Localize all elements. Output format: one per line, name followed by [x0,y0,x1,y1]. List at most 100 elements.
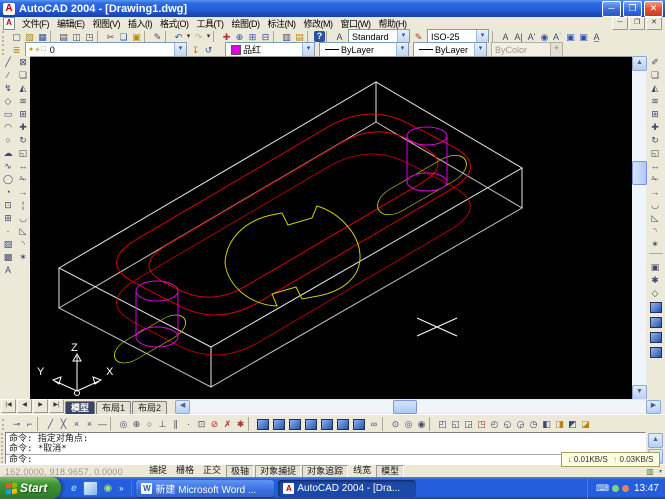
clean-solid-icon[interactable]: ◪ [579,417,592,431]
menu-file[interactable]: 文件(F) [18,19,53,29]
snap-nearest-icon[interactable]: · [182,417,195,431]
union-icon[interactable]: ◰ [436,417,449,431]
explode-icon[interactable]: ✶ [16,251,30,264]
menu-draw[interactable]: 绘图(D) [228,19,264,29]
circle-icon[interactable]: ○ [1,134,15,147]
lineweight-combo[interactable]: ByLayer ▾ [413,42,487,57]
hatch-icon[interactable]: ▨ [1,238,15,251]
menu-tools[interactable]: 工具(T) [193,19,228,29]
menu-edit[interactable]: 编辑(E) [53,19,89,29]
undo-icon[interactable]: ↶ [172,31,185,43]
snap-none-icon[interactable]: ⊘ [208,417,221,431]
drawing-canvas[interactable]: Z Y X [30,56,632,400]
region-icon[interactable]: ▩ [1,251,15,264]
spline-icon[interactable]: ∿ [1,160,15,173]
toolbar-separator[interactable] [649,253,663,259]
layer-lock-icon[interactable]: □ [42,46,46,53]
extend-icon[interactable]: → [16,186,30,199]
scroll-right-icon[interactable]: ▶ [646,400,661,414]
menu-view[interactable]: 视图(V) [89,19,125,29]
publish-icon[interactable]: ◳ [83,31,96,43]
menu-insert[interactable]: 插入(I) [124,19,156,29]
text-box-icon[interactable]: ▣ [648,261,662,274]
snap-perpendicular-icon[interactable]: ⊥ [156,417,169,431]
intersect-icon[interactable]: ◲ [462,417,475,431]
layer-properties-icon[interactable]: ≣ [10,44,23,56]
mtext-draw-icon[interactable]: A [1,264,15,277]
redo-icon[interactable]: ↷ [192,31,205,43]
chevron-icon[interactable]: » [117,482,125,495]
volume-tray-icon[interactable] [622,485,629,492]
flat-shaded-icon[interactable] [305,419,317,430]
snap-from-icon[interactable]: ⌐ [23,417,36,431]
tab-layout2[interactable]: 布局2 [132,401,167,414]
show-desktop-icon[interactable] [83,481,98,496]
ortho-toggle[interactable]: 正交 [199,465,225,476]
toolbar-grip[interactable] [2,31,8,42]
polygon-icon[interactable]: ◇ [1,95,15,108]
subtract-icon[interactable]: ◱ [449,417,462,431]
horizontal-scroll-thumb[interactable] [393,400,417,414]
snap-parallel-icon[interactable]: ∥ [169,417,182,431]
menu-help[interactable]: 帮助(H) [375,19,411,29]
dropdown-arrow-icon[interactable]: ▾ [302,43,314,56]
tab-next-button[interactable]: ▶ [33,399,48,413]
hidden-icon[interactable] [289,419,301,430]
snap-insert-icon[interactable]: ⊡ [195,417,208,431]
scroll-down-icon[interactable]: ▼ [632,385,647,400]
tab-layout1[interactable]: 布局1 [96,401,131,414]
toolbar-grip[interactable] [2,44,8,55]
flat-edges-icon[interactable] [337,419,349,430]
ie-quicklaunch-icon[interactable]: e [67,482,80,495]
array-icon[interactable]: ⊞ [16,108,30,121]
mdi-minimize-button[interactable]: ─ [612,17,628,30]
move-icon[interactable]: ✚ [648,121,662,134]
snap-quadrant-icon[interactable]: ○ [143,417,156,431]
coordinate-display[interactable]: 162.0000, 918.9657, 0.0000 [0,467,145,477]
extrude-faces-icon[interactable]: ◳ [475,417,488,431]
3d-orbit-icon[interactable]: ∞ [367,418,381,431]
layer-previous-icon[interactable]: ↺ [202,44,215,56]
open-icon[interactable]: ▧ [23,31,36,43]
offset-icon[interactable]: ≋ [16,95,30,108]
construction-line-icon[interactable]: ∕ [1,69,15,82]
stretch-icon[interactable]: ↔ [648,160,662,173]
nw-isometric-view-icon[interactable] [650,347,662,358]
menu-dimension[interactable]: 标注(N) [264,19,300,29]
text-frame-icon[interactable]: ▣ [564,31,577,43]
revcloud-icon[interactable]: ☁ [1,147,15,160]
linetype-combo[interactable]: ByLayer ▾ [319,42,409,57]
toolbar-separator[interactable] [110,417,116,431]
toolbar-grip[interactable] [2,419,8,430]
snap-center-icon[interactable]: ◎ [117,417,130,431]
designcenter-icon[interactable]: ▤ [293,31,306,43]
text-style-manager-icon[interactable]: A [333,31,346,43]
plot-icon[interactable]: ▤ [57,31,70,43]
erase-icon[interactable]: ⊠ [16,56,30,69]
pan-icon[interactable]: ✚ [220,31,233,43]
copy-faces-icon[interactable]: ◨ [553,417,566,431]
scale-icon[interactable]: ◱ [16,147,30,160]
find-replace-icon[interactable]: ◉ [538,31,551,43]
toolbar-separator[interactable] [97,31,103,42]
new-file-icon[interactable]: ▢ [10,31,23,43]
ellipse-icon[interactable]: ◯ [1,173,15,186]
single-line-text-icon[interactable]: A| [512,31,525,43]
scroll-up-icon[interactable]: ▲ [648,433,663,448]
text-scale-icon[interactable]: ▣ [577,31,590,43]
stretch-icon[interactable]: ↔ [16,160,30,173]
color-faces-icon[interactable]: ◩ [566,417,579,431]
undo-dropdown-icon[interactable]: ▾ [185,31,192,43]
snap-extension-icon[interactable]: — [96,417,109,431]
offset-icon[interactable]: ≋ [648,95,662,108]
arc-icon[interactable]: ◠ [1,121,15,134]
make-layer-current-icon[interactable]: ↧ [189,44,202,56]
close-button[interactable]: ✕ [644,1,663,17]
tab-last-button[interactable]: ▶| [49,399,64,413]
task-word[interactable]: W 新建 Microsoft Word ... [136,480,274,497]
osnap-settings-icon[interactable]: ✱ [234,417,247,431]
mdi-restore-button[interactable]: ❐ [629,17,645,30]
rotate-faces-icon[interactable]: ◷ [527,417,540,431]
snap-endpoint-icon[interactable]: ╱ [44,417,57,431]
mirror-icon[interactable]: ◭ [648,82,662,95]
